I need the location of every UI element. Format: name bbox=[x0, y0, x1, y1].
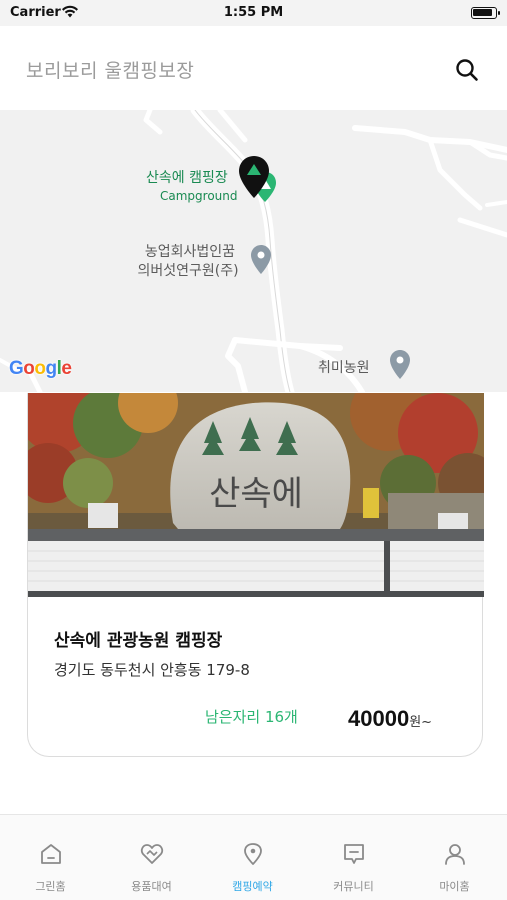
tab-label: 그린홈 bbox=[35, 880, 66, 893]
search-icon[interactable] bbox=[452, 55, 482, 85]
tab-label: 캠핑예약 bbox=[232, 880, 273, 893]
map-label-campground-type: Campground bbox=[160, 189, 238, 203]
tab-rental[interactable]: 용품대여 bbox=[101, 815, 202, 900]
map-label-campground[interactable]: 산속에 캠핑장 bbox=[146, 169, 256, 187]
location-pin-icon bbox=[244, 843, 262, 865]
header: 보리보리 울캠핑보장 bbox=[0, 26, 507, 110]
campground-photo: 산속에 bbox=[28, 393, 484, 597]
status-time: 1:55 PM bbox=[223, 5, 284, 20]
tab-label: 용품대여 bbox=[131, 880, 172, 893]
bottom-tab-bar: 그린홈 용품대여 캠핑예약 커뮤니티 마이홈 bbox=[0, 814, 507, 900]
map-label-place[interactable]: 취미농원 bbox=[318, 359, 398, 377]
stone-sign-text: 산속에 bbox=[209, 474, 303, 514]
tab-label: 마이홈 bbox=[439, 880, 470, 893]
remaining-spots: 남은자리 16개 bbox=[205, 708, 298, 726]
price-value: 40000 bbox=[348, 706, 410, 731]
campground-address: 경기도 동두천시 안흥동 179-8 bbox=[54, 661, 250, 679]
tab-my-home[interactable]: 마이홈 bbox=[404, 815, 505, 900]
campground-title: 산속에 관광농원 캠핑장 bbox=[54, 631, 223, 651]
tab-label: 커뮤니티 bbox=[333, 880, 374, 893]
app-screen: Carrier 1:55 PM 보리보리 울캠핑보장 산속에 캠핑장 Campg… bbox=[0, 0, 507, 900]
price-unit: 원~ bbox=[409, 715, 433, 730]
price: 40000원~ bbox=[348, 706, 432, 732]
google-logo: Google bbox=[9, 358, 72, 379]
map-label-place[interactable]: 농업회사법인꿈 bbox=[120, 243, 260, 261]
map-label-place[interactable]: 의버섯연구원(주) bbox=[118, 262, 258, 280]
tab-green-home[interactable]: 그린홈 bbox=[0, 815, 101, 900]
battery-icon bbox=[471, 7, 500, 19]
chat-icon bbox=[344, 844, 364, 864]
campground-card[interactable]: 산속에 산속에 관광농원 캠핑장 경기도 동두천시 안흥동 179-8 남은자리… bbox=[27, 393, 484, 757]
tab-camping-reservation[interactable]: 캠핑예약 bbox=[202, 815, 303, 900]
home-icon bbox=[41, 844, 61, 864]
status-bar: Carrier 1:55 PM bbox=[0, 0, 507, 26]
map-view[interactable]: 산속에 캠핑장 Campground 농업회사법인꿈 의버섯연구원(주) 취미농… bbox=[0, 110, 507, 392]
person-icon bbox=[445, 844, 465, 865]
tab-community[interactable]: 커뮤니티 bbox=[303, 815, 404, 900]
heart-rental-icon bbox=[140, 844, 164, 864]
search-input[interactable]: 보리보리 울캠핑보장 bbox=[26, 56, 194, 83]
